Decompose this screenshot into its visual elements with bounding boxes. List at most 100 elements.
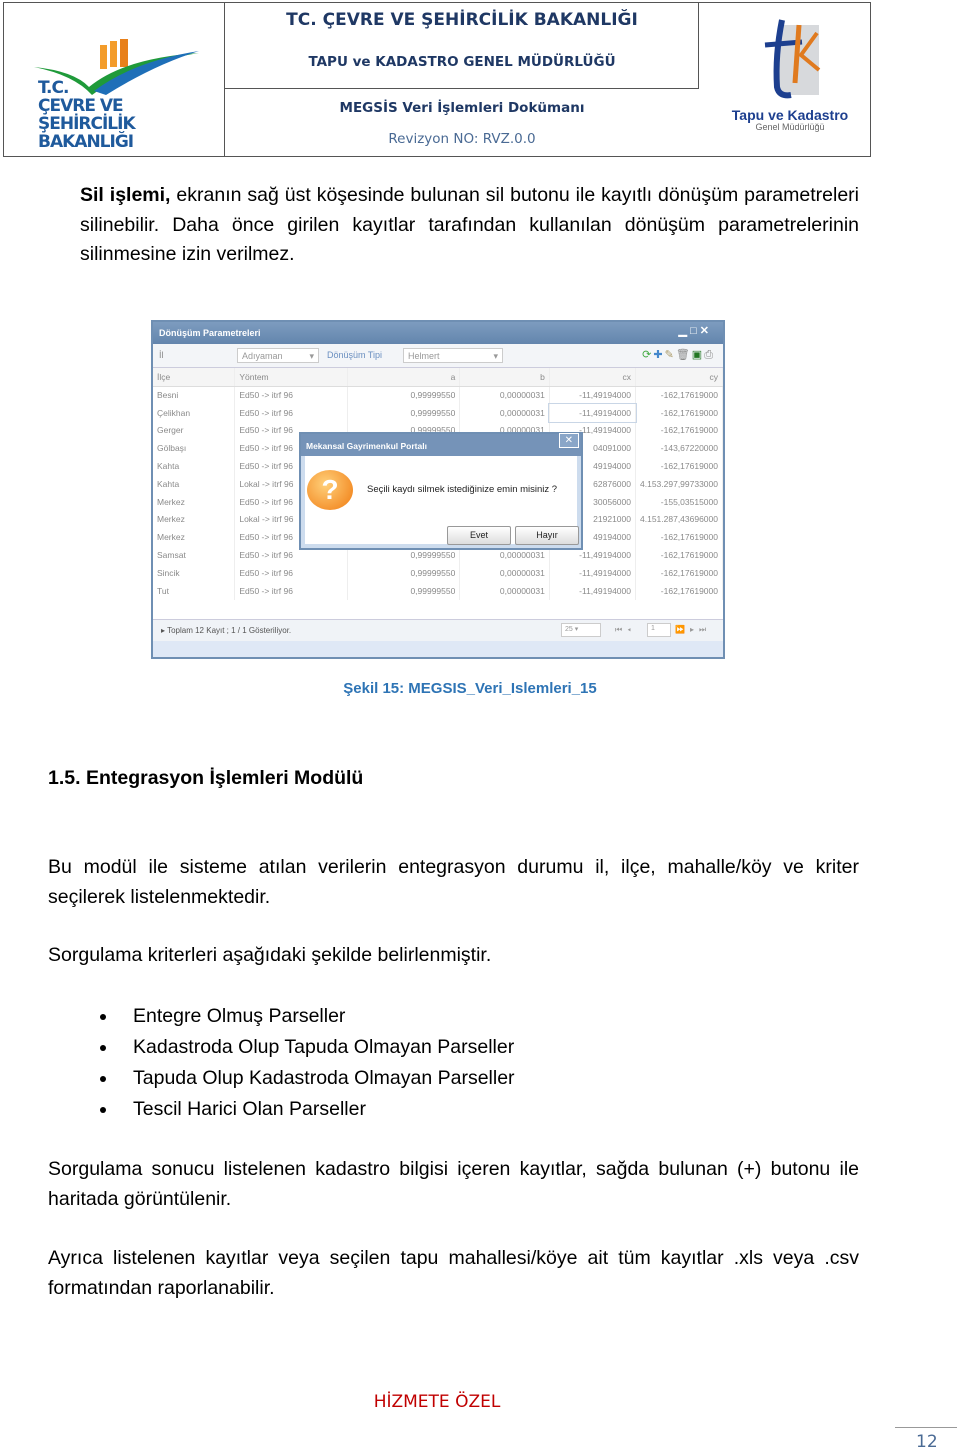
right-logo-cell: Tapu ve Kadastro Genel Müdürlüğü — [699, 3, 870, 155]
classification-label: HİZMETE ÖZEL — [373, 1392, 501, 1412]
table-cell: 0,99999550 — [347, 403, 461, 422]
table-cell: Gölbaşı — [153, 439, 236, 458]
action-icons: ⟳✚✎🗑▣⎙ — [642, 348, 715, 362]
table-cell: -162,17619000 — [635, 528, 723, 547]
maximize-icon[interactable]: □ — [690, 325, 697, 337]
table-cell: 0,00000031 — [459, 403, 550, 422]
table-cell: Besni — [153, 386, 236, 404]
table-cell: -162,17619000 — [635, 563, 723, 582]
tkgm-logo-subtext: Genel Müdürlüğü — [755, 122, 825, 132]
refresh-icon[interactable]: ⟳ — [642, 349, 653, 361]
dialog-close-icon[interactable]: ✕ — [558, 433, 579, 448]
paging-next-last[interactable]: ⏩▸⏭ — [675, 625, 711, 635]
section-number: 1.5. — [48, 767, 81, 789]
table-cell: -11,49194000 — [548, 402, 637, 423]
il-select[interactable]: Adıyaman ▾ — [237, 348, 319, 363]
delete-icon[interactable]: 🗑 — [676, 349, 692, 361]
paging-first-prev[interactable]: ⏮◂ — [615, 625, 636, 635]
table-row[interactable]: Çelikhan Ed50 -> itrf 96 0,99999550 0,00000… — [153, 402, 723, 423]
record-count: Toplam 12 Kayıt ; 1 / 1 Gösteriliyor. — [167, 626, 292, 635]
page-size-select[interactable]: 25 ▾ — [561, 623, 601, 637]
table-row[interactable]: Tut Ed50 -> itrf 96 0,99999550 0,00000031 -1… — [153, 581, 723, 600]
table-cell: Ed50 -> itrf 96 — [234, 581, 348, 600]
table-cell: 0,00000031 — [459, 386, 550, 404]
paragraph-1: Bu modül ile sisteme atılan verilerin en… — [48, 856, 859, 908]
table-cell: Kahta — [153, 457, 236, 475]
table-cell: 0,00000031 — [459, 563, 550, 582]
table-cell: -143,67220000 — [635, 439, 723, 458]
table-cell: 0,99999550 — [347, 563, 461, 582]
column-header[interactable]: a — [347, 368, 461, 387]
tkgm-logo-text: Tapu ve Kadastro — [731, 107, 849, 123]
intro-text: ekranın sağ üst köşesinde bulunan sil bu… — [80, 184, 860, 265]
table-cell: Gerger — [153, 421, 236, 440]
list-item: Tapuda Olup Kadastroda Olmayan Parseller — [100, 1063, 515, 1094]
no-button[interactable]: Hayır — [515, 526, 579, 545]
table-cell: -162,17619000 — [635, 581, 723, 600]
page-input[interactable]: 1 — [647, 623, 671, 637]
type-select[interactable]: Helmert ▾ — [403, 348, 503, 363]
table-cell: Tut — [153, 581, 236, 600]
table-cell: -162,17619000 — [635, 457, 723, 475]
list-item: Entegre Olmuş Parseller — [100, 1001, 515, 1032]
paragraph-2: Sorgulama kriterleri aşağıdaki şekilde b… — [48, 944, 492, 966]
table-cell: Merkez — [153, 492, 236, 511]
edit-icon[interactable]: ✎ — [665, 349, 676, 361]
minimize-icon[interactable]: ▁ — [679, 325, 687, 337]
dialog-message: Seçili kaydı silmek istediğinize emin mi… — [367, 484, 558, 495]
column-header[interactable]: cy — [635, 368, 723, 387]
table-cell: -162,17619000 — [635, 403, 723, 422]
table-cell: Merkez — [153, 510, 236, 529]
yes-button[interactable]: Evet — [447, 526, 511, 545]
table-cell: -11,49194000 — [549, 563, 637, 582]
paragraph-3: Sorgulama sonucu listelenen kadastro bil… — [48, 1158, 859, 1210]
table-cell: -162,17619000 — [635, 386, 723, 404]
column-header[interactable]: Yöntem — [234, 368, 348, 387]
document-header: T.C. ÇEVRE VE ŞEHİRCİLİK BAKANLIĞI TC. ÇEV… — [3, 2, 871, 157]
excel-icon[interactable]: ▣ — [692, 349, 704, 361]
ministry-title: TC. ÇEVRE VE ŞEHİRCİLİK BAKANLIĞI — [286, 10, 638, 30]
column-header[interactable]: b — [459, 368, 550, 387]
table-row[interactable]: Sincik Ed50 -> itrf 96 0,99999550 0,0000003… — [153, 563, 723, 582]
il-label: İl — [159, 350, 164, 360]
table-cell: -11,49194000 — [549, 581, 637, 600]
window-controls: ▁ □ ✕ — [679, 324, 709, 337]
csv-icon[interactable]: ⎙ — [704, 349, 715, 361]
window-titlebar: Dönüşüm Parametreleri ▁ □ ✕ — [153, 322, 723, 344]
embedded-screenshot: Dönüşüm Parametreleri ▁ □ ✕ İl Adıyaman ▾… — [151, 320, 725, 659]
table-cell: 4.153.297,99733000 — [635, 474, 723, 493]
table-cell: -162,17619000 — [635, 421, 723, 440]
add-icon[interactable]: ✚ — [653, 349, 664, 361]
table-cell: 0,99999550 — [347, 581, 461, 600]
filter-toolbar: İl Adıyaman ▾ Dönüşüm Tipi Helmert ▾ ⟳✚✎🗑▣… — [153, 344, 723, 368]
paragraph-4: Ayrıca listelenen kayıtlar veya seçilen … — [48, 1247, 859, 1299]
directorate-title: TAPU ve KADASTRO GENEL MÜDÜRLÜĞÜ — [308, 54, 616, 70]
column-header[interactable]: İlçe — [153, 368, 236, 387]
page-number-rule — [895, 1427, 957, 1428]
dialog-title: Mekansal Gayrimenkul Portalı — [301, 434, 581, 456]
left-logo-cell: T.C. ÇEVRE VE ŞEHİRCİLİK BAKANLIĞI — [4, 3, 225, 156]
type-label: Dönüşüm Tipi — [327, 350, 383, 360]
criteria-list: Entegre Olmuş Parseller Kadastroda Olup … — [100, 1001, 515, 1125]
table-row[interactable]: Besni Ed50 -> itrf 96 0,99999550 0,00000031… — [153, 386, 723, 404]
tkgm-logo — [764, 19, 821, 99]
page-number: 12 — [916, 1432, 938, 1452]
confirm-dialog: Mekansal Gayrimenkul Portalı ✕ ? Seçili … — [299, 432, 583, 550]
table-cell: 0,99999550 — [347, 386, 461, 404]
list-item: Tescil Harici Olan Parseller — [100, 1094, 515, 1125]
column-header[interactable]: cx — [549, 368, 637, 387]
table-cell: Ed50 -> itrf 96 — [234, 563, 348, 582]
close-icon[interactable]: ✕ — [700, 325, 709, 337]
table-cell: Ed50 -> itrf 96 — [234, 386, 348, 404]
table-cell: -11,49194000 — [549, 386, 637, 404]
table-cell: 0,00000031 — [459, 581, 550, 600]
intro-bold: Sil işlemi, — [80, 184, 171, 206]
table-cell: Sincik — [153, 563, 236, 582]
table-cell: Merkez — [153, 528, 236, 547]
window-title: Dönüşüm Parametreleri — [159, 328, 261, 338]
grid-paging-bar: ▸ Toplam 12 Kayıt ; 1 / 1 Gösteriliyor. … — [153, 619, 723, 641]
table-cell: Çelikhan — [153, 403, 236, 422]
question-icon: ? — [307, 470, 353, 510]
table-cell: Samsat — [153, 546, 236, 564]
section-heading: 1.5. Entegrasyon İşlemleri Modülü — [48, 767, 363, 790]
